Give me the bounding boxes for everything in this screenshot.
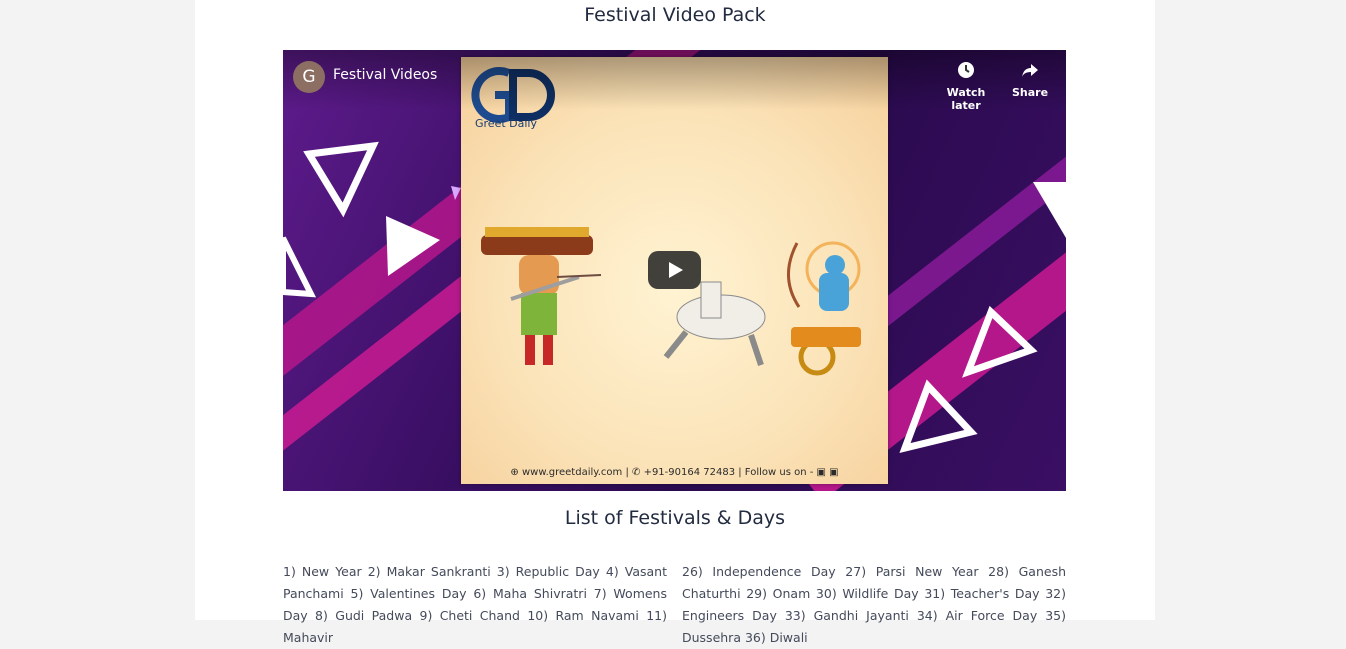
clock-icon: [958, 62, 974, 78]
share-button[interactable]: Share: [995, 60, 1065, 99]
watch-later-button[interactable]: Watch later: [931, 60, 1001, 112]
share-label: Share: [1011, 86, 1049, 99]
share-icon: [1022, 64, 1038, 77]
video-pack-title: Festival Video Pack: [584, 4, 766, 26]
channel-avatar[interactable]: G: [293, 61, 325, 93]
content-panel: Festival Video Pack Greet Daily ⊕ www.gr…: [195, 0, 1155, 645]
festival-list-title: List of Festivals & Days: [564, 507, 786, 529]
festival-list-right: 26) Independence Day 27) Parsi New Year …: [682, 564, 1066, 645]
play-button[interactable]: [648, 251, 701, 289]
brand-name: Greet Daily: [475, 117, 537, 130]
video-player[interactable]: Greet Daily ⊕ www.greetdaily.com | ✆ +91…: [283, 50, 1066, 491]
festival-list-left: 1) New Year 2) Makar Sankranti 3) Republ…: [283, 564, 667, 645]
poster-footer: ⊕ www.greetdaily.com | ✆ +91-90164 72483…: [510, 467, 839, 478]
watch-later-label: Watch later: [946, 86, 986, 112]
video-title-link[interactable]: Festival Videos: [333, 67, 437, 83]
